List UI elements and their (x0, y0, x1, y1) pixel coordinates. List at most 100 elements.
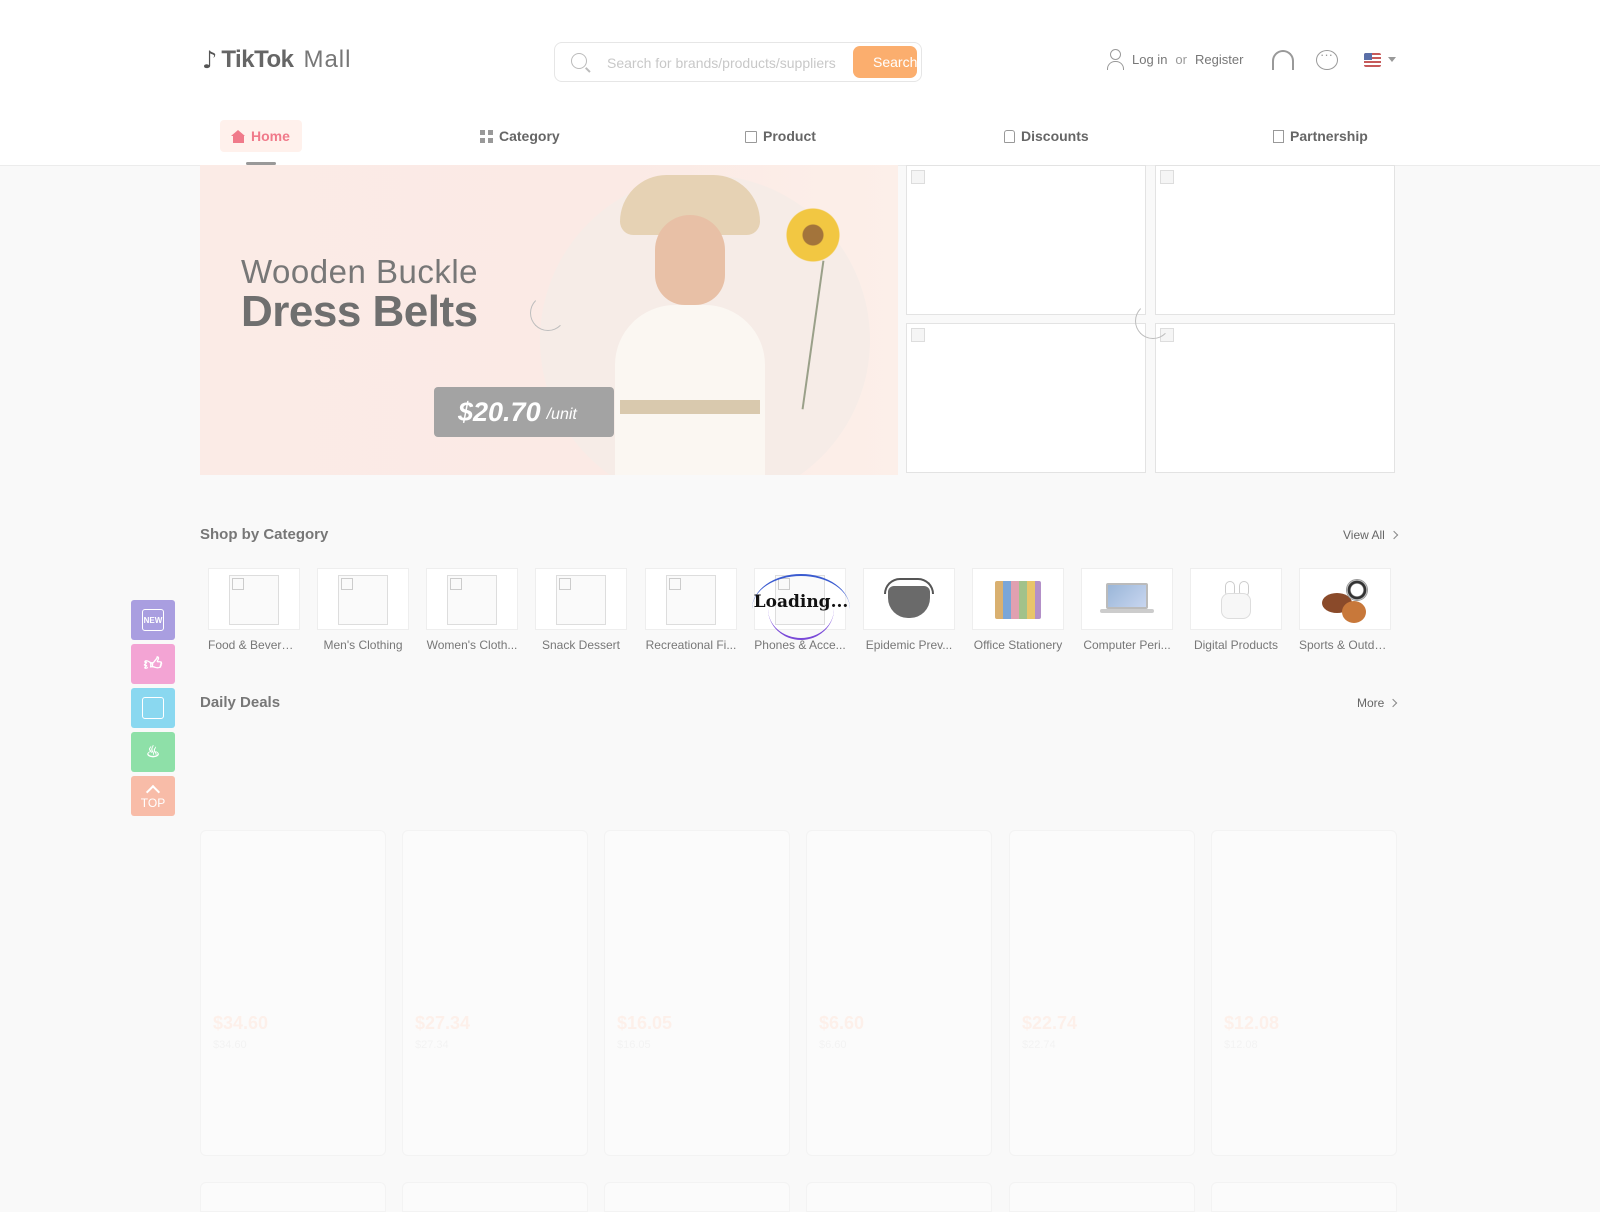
nav-product-label: Product (763, 128, 816, 144)
category-item[interactable]: Recreational Fi... (645, 568, 737, 652)
stationery-image (995, 581, 1041, 619)
deal-original-price: $16.05 (617, 1039, 651, 1051)
deal-price: $12.08 (1224, 1013, 1280, 1033)
loading-overlay: Loading... (752, 574, 850, 644)
deal-card[interactable]: $6.60 $6.60 (806, 830, 992, 1156)
logo-mall-text: Mall (303, 46, 352, 73)
logo-text: TikTok (221, 46, 294, 73)
bag-icon (745, 131, 757, 143)
promo-thumb[interactable] (1155, 165, 1395, 315)
deal-card[interactable] (1211, 1182, 1397, 1212)
deal-card[interactable]: $27.34 $27.34 (402, 830, 588, 1156)
loading-text: Loading... (753, 592, 849, 612)
category-item[interactable]: Food & Beverage (208, 568, 300, 652)
category-label: Snack Dessert (541, 638, 621, 652)
deal-card[interactable]: $22.74 $22.74 (1009, 830, 1195, 1156)
promo-thumb[interactable] (906, 165, 1146, 315)
register-link[interactable]: Register (1195, 52, 1243, 67)
category-item[interactable]: Digital Products (1190, 568, 1282, 652)
search-bar: Search (554, 42, 922, 82)
chevron-down-icon[interactable] (1388, 57, 1396, 62)
nav-partnership[interactable]: Partnership (1273, 120, 1368, 152)
deal-card[interactable]: $34.60 $34.60 (200, 830, 386, 1156)
category-label: Computer Peri... (1083, 638, 1171, 652)
deal-original-price: $6.60 (819, 1039, 847, 1051)
category-label: Food & Beverage (208, 638, 300, 652)
category-item[interactable]: Men's Clothing (317, 568, 409, 652)
tiktok-mall-logo[interactable]: ♪ TikTok Mall (202, 46, 351, 74)
side-new-button[interactable]: NEW (131, 600, 175, 640)
side-hot-button[interactable]: ♨ (131, 732, 175, 772)
or-separator: or (1175, 51, 1187, 67)
face-mask-image (884, 576, 934, 624)
broken-image-icon (447, 575, 497, 625)
nav-home[interactable]: Home (220, 120, 302, 152)
login-link[interactable]: Log in (1132, 52, 1167, 67)
new-bag-icon: NEW (142, 609, 164, 631)
headset-icon[interactable] (1272, 50, 1294, 70)
deal-original-price: $34.60 (213, 1039, 247, 1051)
spinner-arc-icon (530, 295, 566, 331)
back-to-top-button[interactable]: TOP (131, 776, 175, 816)
side-like-button[interactable]: 👍︎ (131, 644, 175, 684)
deal-original-price: $22.74 (1022, 1039, 1056, 1051)
sports-balls-image (1322, 579, 1370, 623)
category-item[interactable]: Women's Cloth... (426, 568, 518, 652)
nav-discounts[interactable]: Discounts (1004, 120, 1089, 152)
more-deals-link[interactable]: More (1357, 696, 1398, 710)
tiktok-note-icon: ♪ (202, 46, 218, 74)
deal-card[interactable]: $12.08 $12.08 (1211, 830, 1397, 1156)
grid-icon (480, 129, 493, 143)
banner-model-image (600, 175, 780, 475)
hero-banner[interactable]: Wooden Buckle Dress Belts $20.70 /unit (200, 165, 898, 475)
side-store-button[interactable] (131, 688, 175, 728)
deal-price: $22.74 (1022, 1013, 1078, 1033)
promo-thumb[interactable] (906, 323, 1146, 473)
store-icon (142, 697, 164, 719)
category-item[interactable]: Office Stationery (972, 568, 1064, 652)
header: ♪ TikTok Mall Search Log in or Register … (0, 0, 1600, 166)
earbuds-image (1221, 581, 1251, 619)
broken-image-icon (229, 575, 279, 625)
deal-card[interactable] (806, 1182, 992, 1212)
category-item[interactable]: Computer Peri... (1081, 568, 1173, 652)
nav-category[interactable]: Category (480, 120, 560, 152)
sunflower-image (785, 207, 841, 263)
category-label: Women's Cloth... (426, 638, 518, 652)
home-icon (231, 129, 245, 143)
deal-original-price: $12.08 (1224, 1039, 1258, 1051)
broken-image-icon (338, 575, 388, 625)
us-flag-icon[interactable] (1364, 53, 1381, 67)
nav-discounts-label: Discounts (1021, 128, 1089, 144)
deal-card[interactable] (604, 1182, 790, 1212)
promo-thumb[interactable] (1155, 323, 1395, 473)
chevron-right-icon (1389, 530, 1399, 540)
building-icon (1273, 129, 1284, 143)
thumbs-up-icon: 👍︎ (143, 654, 163, 674)
chat-icon[interactable] (1316, 47, 1338, 70)
category-item[interactable]: Sports & Outdo... (1299, 568, 1391, 652)
tag-icon (1004, 129, 1015, 143)
flame-icon: ♨ (145, 744, 161, 761)
category-item[interactable]: Epidemic Prev... (863, 568, 955, 652)
nav-partnership-label: Partnership (1290, 128, 1368, 144)
deal-card[interactable] (1009, 1182, 1195, 1212)
deal-price: $16.05 (617, 1013, 673, 1033)
category-label: Recreational Fi... (645, 638, 737, 652)
view-all-link[interactable]: View All (1343, 528, 1399, 542)
deal-card[interactable] (200, 1182, 386, 1212)
deal-price: $27.34 (415, 1013, 471, 1033)
category-label: Sports & Outdo... (1299, 638, 1391, 652)
category-item[interactable]: Snack Dessert (535, 568, 627, 652)
deal-card[interactable]: $16.05 $16.05 (604, 830, 790, 1156)
spinner-arc-icon (1135, 303, 1171, 339)
view-all-label: View All (1343, 528, 1385, 542)
deal-card[interactable] (402, 1182, 588, 1212)
nav-category-label: Category (499, 128, 560, 144)
nav-product[interactable]: Product (745, 120, 816, 152)
main-nav: Home Category Product Discounts Partners… (0, 118, 1600, 158)
banner-price: $20.70 (458, 396, 541, 427)
search-button[interactable]: Search (853, 46, 917, 78)
deal-original-price: $27.34 (415, 1039, 449, 1051)
more-label: More (1357, 696, 1385, 710)
